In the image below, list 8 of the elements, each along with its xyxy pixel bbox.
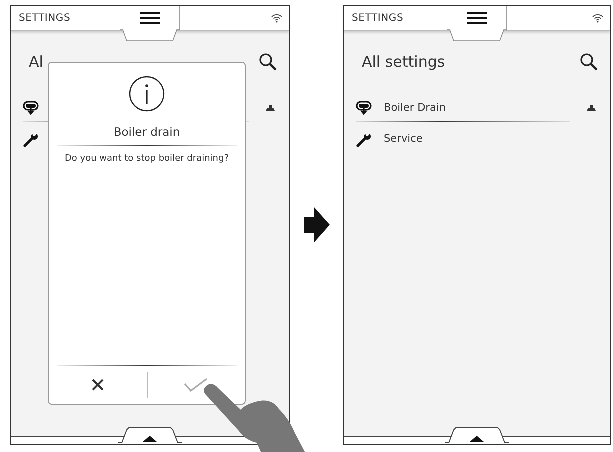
screen-title: SETTINGS [19, 12, 71, 24]
page-heading: All settings [362, 53, 446, 71]
screen-title: SETTINGS [352, 12, 404, 24]
page-heading: Al [29, 53, 44, 71]
item-label: Service [384, 133, 424, 145]
dialog-title: Boiler drain [114, 125, 180, 139]
item-label: Boiler Drain [384, 102, 447, 114]
dialog-message: Do you want to stop boiler draining? [64, 154, 229, 166]
